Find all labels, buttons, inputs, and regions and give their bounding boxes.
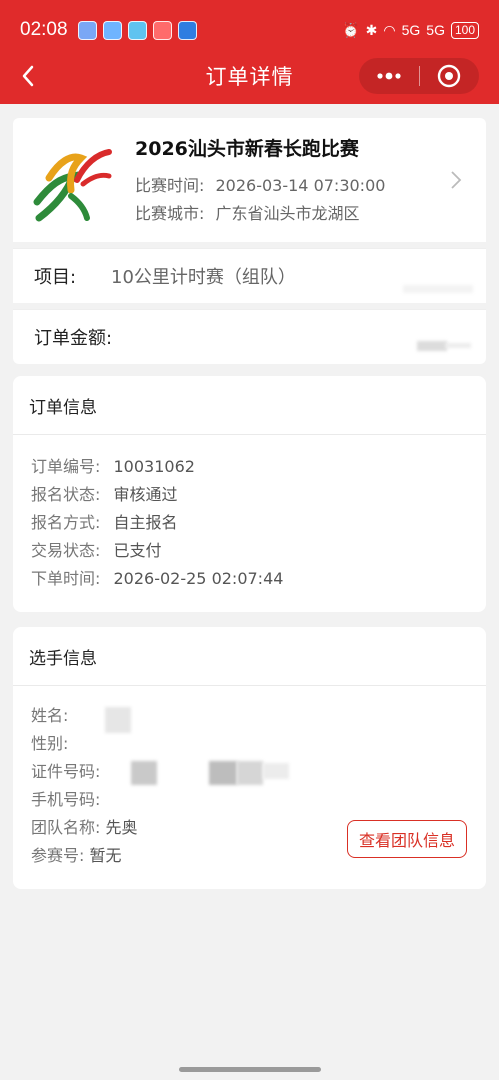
bib-number-label: 参赛号:	[31, 846, 85, 865]
registration-method-row: 报名方式: 自主报名	[31, 509, 178, 533]
project-label: 项目:	[34, 267, 77, 288]
view-team-info-button[interactable]: 查看团队信息	[347, 820, 467, 858]
chevron-right-icon	[451, 171, 462, 189]
target-circle-icon	[438, 64, 461, 88]
more-options-button[interactable]	[359, 58, 419, 94]
cellular-signal-1: 5G	[401, 22, 421, 38]
event-card[interactable]: 2026汕头市新春长跑比赛 比赛时间: 2026-03-14 07:30:00 …	[13, 118, 486, 242]
player-name-label: 姓名:	[31, 706, 69, 725]
back-button[interactable]	[14, 60, 42, 92]
event-name: 2026汕头市新春长跑比赛	[135, 138, 359, 160]
top-bar: 02:08 ⏰ ✱ ◠ 5G 5G 100 订单详情	[0, 0, 499, 104]
player-info-heading: 选手信息	[13, 627, 486, 686]
team-name-label: 团队名称:	[31, 818, 101, 837]
event-time-row: 比赛时间: 2026-03-14 07:30:00	[135, 172, 385, 196]
registration-status-value: 审核通过	[113, 485, 178, 504]
player-phone-label: 手机号码:	[31, 790, 101, 809]
player-name-row: 姓名:	[31, 702, 68, 726]
order-info-panel: 订单信息 订单编号: 10031062 报名状态: 审核通过 报名方式: 自主报…	[13, 376, 486, 612]
player-id-redacted-2	[209, 761, 237, 785]
cellular-signal-2: 5G	[426, 22, 445, 38]
page-title: 订单详情	[205, 65, 294, 89]
order-number-label: 订单编号:	[31, 457, 101, 476]
player-id-redacted-1	[131, 761, 157, 785]
transaction-status-row: 交易状态: 已支付	[31, 537, 162, 561]
close-miniapp-button[interactable]	[420, 58, 480, 94]
order-amount-label: 订单金额:	[34, 328, 113, 349]
transaction-status-label: 交易状态:	[31, 541, 101, 560]
player-id-label: 证件号码:	[31, 762, 101, 781]
player-id-redacted-4	[263, 763, 289, 779]
event-city-row: 比赛城市: 广东省汕头市龙湖区	[135, 200, 360, 224]
order-number-row: 订单编号: 10031062	[31, 453, 195, 477]
player-gender-row: 性别:	[31, 730, 68, 754]
status-time: 02:08	[20, 19, 68, 40]
player-id-row: 证件号码:	[31, 758, 100, 782]
player-phone-row: 手机号码:	[31, 786, 100, 810]
redacted-region	[403, 285, 473, 293]
event-time-label: 比赛时间:	[135, 176, 205, 195]
player-name-redacted	[105, 707, 131, 733]
battery-indicator: 100	[450, 21, 479, 39]
bib-number-row: 参赛号: 暂无	[31, 842, 122, 866]
news-notification-icon	[152, 20, 172, 40]
bib-number-value: 暂无	[89, 846, 122, 865]
order-time-row: 下单时间: 2026-02-25 02:07:44	[31, 565, 283, 589]
bluetooth-icon: ✱	[365, 21, 378, 38]
project-value: 10公里计时赛（组队）	[111, 267, 296, 288]
alarm-icon: ⏰	[342, 21, 360, 38]
chat-notification-icon	[102, 20, 122, 40]
player-info-panel: 选手信息 姓名: 性别: 证件号码: 手机号码: 团队名称: 先奥 参赛号: 暂…	[13, 627, 486, 889]
event-time-value: 2026-03-14 07:30:00	[215, 176, 386, 195]
order-time-value: 2026-02-25 02:07:44	[113, 569, 284, 588]
alipay-notification-icon	[177, 20, 197, 40]
home-notification-icon	[127, 20, 147, 40]
home-indicator[interactable]	[179, 1067, 321, 1072]
player-id-redacted-3	[237, 761, 263, 785]
status-bar: 02:08 ⏰ ✱ ◠ 5G 5G 100	[20, 16, 479, 44]
event-logo	[27, 140, 113, 226]
order-time-label: 下单时间:	[31, 569, 101, 588]
back-arrow-icon	[22, 65, 34, 87]
wifi-icon: ◠	[383, 21, 396, 38]
team-name-row: 团队名称: 先奥	[31, 814, 138, 838]
app-notification-icon	[77, 20, 97, 40]
order-amount-row: 订单金额:	[13, 309, 486, 364]
transaction-status-value: 已支付	[113, 541, 162, 560]
event-city-value: 广东省汕头市龙湖区	[215, 204, 360, 223]
ellipsis-icon	[377, 72, 401, 80]
order-info-heading: 订单信息	[13, 376, 486, 435]
team-name-value: 先奥	[105, 818, 138, 837]
order-amount-redacted	[417, 341, 447, 351]
event-city-label: 比赛城市:	[135, 204, 205, 223]
registration-status-label: 报名状态:	[31, 485, 101, 504]
registration-method-label: 报名方式:	[31, 513, 101, 532]
navigation-bar: 订单详情	[0, 54, 499, 98]
registration-status-row: 报名状态: 审核通过	[31, 481, 178, 505]
project-row: 项目: 10公里计时赛（组队）	[13, 248, 486, 303]
player-gender-label: 性别:	[31, 734, 69, 753]
order-amount-redacted-tail	[445, 343, 471, 348]
registration-method-value: 自主报名	[113, 513, 178, 532]
order-number-value: 10031062	[113, 457, 195, 476]
miniapp-capsule	[359, 58, 479, 94]
